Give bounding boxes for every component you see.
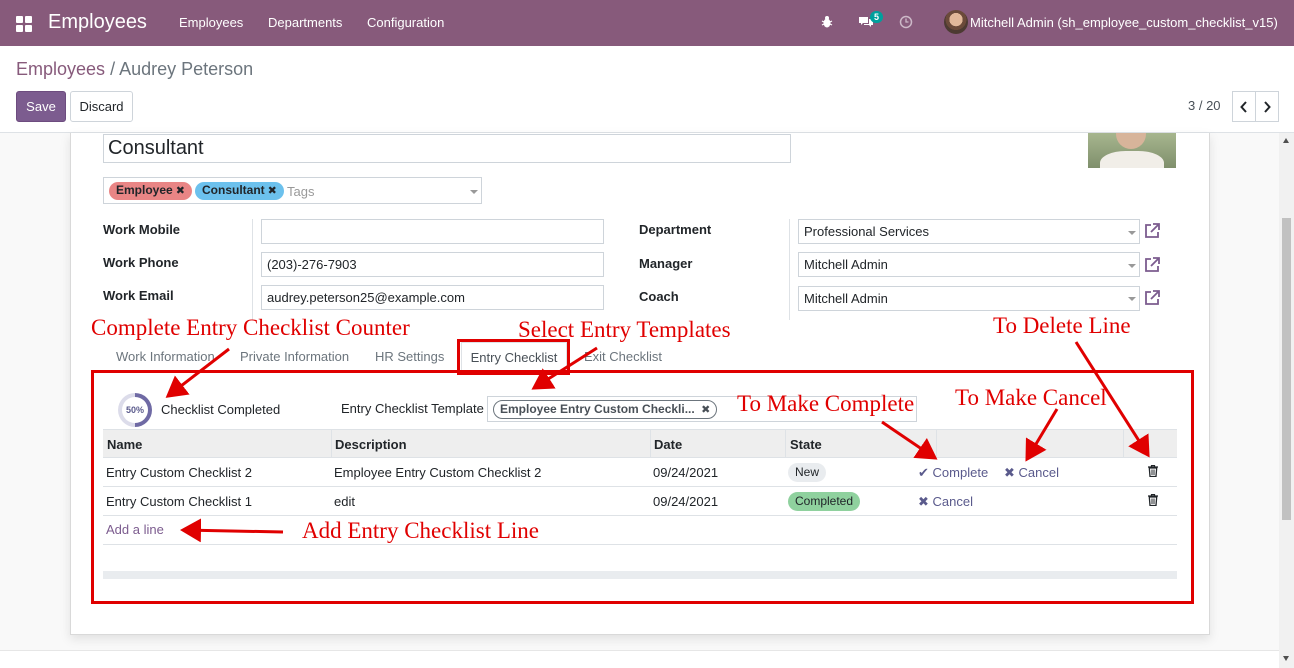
breadcrumb-current: Audrey Peterson <box>119 59 254 79</box>
tab-highlight-box <box>457 339 570 375</box>
app-title[interactable]: Employees <box>48 11 147 34</box>
work-mobile-input[interactable] <box>261 219 604 244</box>
pager-previous-button[interactable] <box>1232 91 1256 122</box>
annotation-counter: Complete Entry Checklist Counter <box>91 315 410 340</box>
save-button[interactable]: Save <box>16 91 66 122</box>
tab-exit-checklist[interactable]: Exit Checklist <box>584 349 662 364</box>
annotation-add: Add Entry Checklist Line <box>302 518 539 543</box>
user-menu[interactable]: Mitchell Admin (sh_employee_custom_check… <box>970 15 1278 30</box>
annotation-delete: To Delete Line <box>993 313 1131 338</box>
breadcrumb-employees-link[interactable]: Employees <box>16 59 105 79</box>
pager-value[interactable]: 3 / 20 <box>1188 98 1221 113</box>
manager-select[interactable]: Mitchell Admin <box>798 252 1140 277</box>
tag-employee-label: Employee <box>116 183 173 197</box>
work-email-label: Work Email <box>103 288 174 303</box>
chevron-down-icon[interactable] <box>470 190 478 194</box>
user-avatar[interactable] <box>944 10 968 34</box>
coach-select[interactable]: Mitchell Admin <box>798 286 1140 311</box>
control-panel: Employees / Audrey Peterson Save Discard… <box>0 46 1294 133</box>
top-navbar: Employees Employees Departments Configur… <box>0 0 1294 46</box>
messages-count-badge: 5 <box>870 11 884 23</box>
work-mobile-label: Work Mobile <box>103 222 181 237</box>
page-scrollbar[interactable] <box>1279 133 1294 668</box>
menu-departments[interactable]: Departments <box>268 15 342 30</box>
chevron-right-icon <box>1264 100 1271 113</box>
menu-configuration[interactable]: Configuration <box>367 15 444 30</box>
tab-hr-settings[interactable]: HR Settings <box>375 349 444 364</box>
work-email-input[interactable]: audrey.peterson25@example.com <box>261 285 604 310</box>
annotation-complete: To Make Complete <box>737 391 915 416</box>
manager-label: Manager <box>639 256 693 271</box>
department-select[interactable]: Professional Services <box>798 219 1140 244</box>
coach-label: Coach <box>639 289 679 304</box>
discard-button[interactable]: Discard <box>70 91 133 122</box>
annotation-templates: Select Entry Templates <box>518 317 731 342</box>
breadcrumb: Employees / Audrey Peterson <box>16 59 253 80</box>
external-link-icon[interactable] <box>1143 256 1161 274</box>
chevron-left-icon <box>1240 100 1247 113</box>
scroll-up-arrow[interactable] <box>1283 138 1289 143</box>
remove-tag-icon[interactable]: ✖ <box>176 185 185 197</box>
tags-placeholder: Tags <box>287 184 315 199</box>
tag-employee: Employee ✖ <box>109 182 192 200</box>
external-link-icon[interactable] <box>1143 289 1161 307</box>
remove-tag-icon[interactable]: ✖ <box>268 185 277 197</box>
tag-consultant: Consultant ✖ <box>195 182 284 200</box>
department-label: Department <box>639 222 712 237</box>
menu-employees[interactable]: Employees <box>179 15 243 30</box>
bug-icon[interactable] <box>820 15 834 29</box>
tab-work-information[interactable]: Work Information <box>116 349 215 364</box>
job-title-input[interactable]: Consultant <box>103 134 791 163</box>
chevron-down-icon[interactable] <box>1128 297 1136 301</box>
field-divider <box>789 219 790 320</box>
tab-private-information[interactable]: Private Information <box>240 349 349 364</box>
field-divider <box>252 219 253 320</box>
breadcrumb-separator: / <box>110 59 116 79</box>
work-phone-input[interactable]: (203)-276-7903 <box>261 252 604 277</box>
tag-consultant-label: Consultant <box>202 183 265 197</box>
scroll-down-arrow[interactable] <box>1283 656 1289 661</box>
activity-clock-icon[interactable] <box>899 15 913 29</box>
external-link-icon[interactable] <box>1143 222 1161 240</box>
employee-photo[interactable] <box>1088 133 1176 168</box>
work-phone-label: Work Phone <box>103 255 179 270</box>
bottom-area <box>0 650 1279 668</box>
scrollbar-thumb[interactable] <box>1282 218 1291 520</box>
annotation-cancel: To Make Cancel <box>955 385 1107 410</box>
apps-menu-icon[interactable] <box>16 16 32 32</box>
tags-field[interactable]: Employee ✖ Consultant ✖ Tags <box>103 177 482 204</box>
chevron-down-icon[interactable] <box>1128 264 1136 268</box>
chevron-down-icon[interactable] <box>1128 231 1136 235</box>
pager-next-button[interactable] <box>1255 91 1279 122</box>
